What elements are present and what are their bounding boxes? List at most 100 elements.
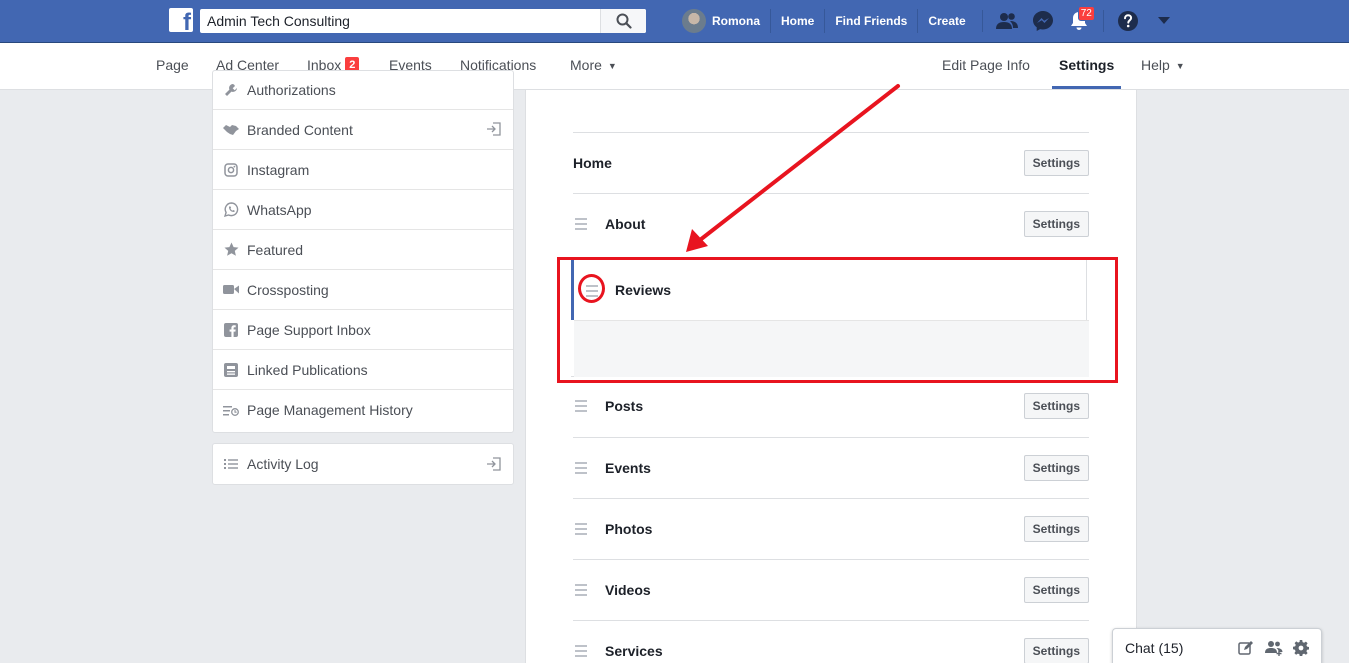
tab-row-label: Posts (605, 398, 644, 414)
tab-row-photos: Photos Settings (573, 498, 1089, 559)
sidebar-item-label: WhatsApp (247, 201, 312, 218)
drag-handle-icon[interactable] (575, 584, 587, 599)
publication-icon (223, 362, 239, 378)
tab-page-label: Page (156, 57, 189, 73)
sidebar-item-page-management-history[interactable]: Page Management History (213, 390, 513, 430)
home-link[interactable]: Home (770, 9, 824, 33)
tab-row-reviews: Reviews (571, 259, 1089, 377)
help-button[interactable] (1110, 0, 1146, 42)
tab-settings-label: Settings (1059, 57, 1115, 73)
sidebar-item-label: Authorizations (247, 81, 336, 98)
question-icon (1117, 11, 1138, 31)
tab-row-about: About Settings (573, 193, 1089, 254)
facebook-icon (223, 322, 239, 338)
settings-sidebar: Authorizations Branded Content Instagram… (212, 70, 514, 433)
chat-sidebar-toggle[interactable]: Chat (15) (1112, 628, 1322, 663)
photos-settings-button[interactable]: Settings (1023, 516, 1089, 542)
tab-edit-page-info-label: Edit Page Info (942, 57, 1030, 73)
tab-row-label: Services (605, 643, 663, 659)
gear-icon[interactable] (1293, 640, 1310, 661)
profile-link[interactable]: Romona (680, 9, 770, 33)
compose-icon[interactable] (1238, 640, 1254, 661)
wrench-icon (223, 82, 239, 98)
star-icon (223, 242, 239, 258)
external-link-icon (487, 122, 501, 139)
sidebar-item-crossposting[interactable]: Crossposting (213, 270, 513, 310)
events-settings-button[interactable]: Settings (1023, 455, 1089, 481)
sidebar-item-linked-publications[interactable]: Linked Publications (213, 350, 513, 390)
caret-down-icon: ▼ (607, 61, 617, 71)
drag-handle-icon[interactable] (575, 462, 587, 477)
tab-row-reviews-header: Reviews (574, 260, 1087, 320)
avatar (682, 9, 706, 33)
sidebar-item-page-support-inbox[interactable]: Page Support Inbox (213, 310, 513, 350)
search-button[interactable] (600, 9, 646, 33)
sidebar-item-authorizations[interactable]: Authorizations (213, 71, 513, 110)
tab-help[interactable]: Help ▼ (1141, 43, 1185, 89)
notifications-badge: 72 (1077, 6, 1095, 21)
drag-handle-icon[interactable] (575, 218, 587, 233)
posts-settings-button[interactable]: Settings (1023, 393, 1089, 419)
video-camera-icon (223, 282, 239, 298)
drag-handle-icon[interactable] (575, 523, 587, 538)
tab-row-label: Reviews (615, 282, 672, 298)
tab-row-home: Home Settings (573, 132, 1089, 193)
sidebar-item-label: Instagram (247, 161, 310, 178)
notifications-button[interactable]: 72 (1061, 0, 1097, 42)
handshake-icon (223, 122, 239, 138)
sidebar-item-activity-log[interactable]: Activity Log (212, 443, 514, 485)
find-friends-link[interactable]: Find Friends (824, 9, 917, 33)
sidebar-item-label: Crossposting (247, 281, 329, 298)
tab-help-label: Help (1141, 57, 1170, 73)
sidebar-item-featured[interactable]: Featured (213, 230, 513, 270)
tab-row-posts: Posts Settings (573, 376, 1089, 437)
tab-edit-page-info[interactable]: Edit Page Info (942, 43, 1030, 89)
tab-more[interactable]: More ▼ (570, 43, 617, 89)
search-input[interactable] (200, 9, 600, 33)
tab-row-label: Videos (605, 582, 651, 598)
about-settings-button[interactable]: Settings (1023, 211, 1089, 237)
sidebar-item-label: Branded Content (247, 121, 353, 138)
home-settings-button[interactable]: Settings (1023, 150, 1089, 176)
page-navigation-bar: Page Ad Center Inbox 2 Events Notificatio… (0, 43, 1349, 90)
external-link-icon (487, 457, 501, 474)
top-navigation-bar: f Romona Home Find Friends Create 72 (0, 0, 1349, 43)
sidebar-item-label: Page Support Inbox (247, 321, 371, 338)
drag-handle-icon[interactable] (575, 400, 587, 415)
caret-down-icon: ▼ (1175, 61, 1185, 71)
create-link[interactable]: Create (917, 9, 975, 33)
instagram-icon (223, 162, 239, 178)
videos-settings-button[interactable]: Settings (1023, 577, 1089, 603)
friend-requests-button[interactable] (989, 0, 1025, 42)
top-nav-right: Romona Home Find Friends Create 72 (680, 0, 1182, 42)
tab-row-label: Events (605, 460, 651, 476)
drag-handle-icon[interactable] (575, 645, 587, 660)
tab-row-videos: Videos Settings (573, 559, 1089, 620)
list-icon (223, 456, 239, 472)
facebook-logo-icon[interactable]: f (169, 8, 193, 32)
sidebar-item-whatsapp[interactable]: WhatsApp (213, 190, 513, 230)
new-group-icon[interactable] (1265, 640, 1283, 661)
whatsapp-icon (223, 202, 239, 218)
tab-row-label: Photos (605, 521, 653, 537)
messenger-icon (1032, 11, 1053, 31)
tab-row-label: About (605, 216, 646, 232)
nav-divider (1102, 10, 1104, 32)
sidebar-item-label: Linked Publications (247, 361, 368, 378)
messenger-button[interactable] (1025, 0, 1061, 42)
tab-row-services: Services Settings (573, 620, 1089, 663)
search-icon (616, 13, 632, 29)
tab-settings[interactable]: Settings (1052, 43, 1122, 89)
nav-divider (981, 10, 983, 32)
drop-zone-placeholder (574, 320, 1089, 377)
services-settings-button[interactable]: Settings (1023, 638, 1089, 663)
account-menu-button[interactable] (1146, 0, 1182, 42)
history-icon (223, 402, 239, 418)
caret-down-icon (1157, 17, 1170, 24)
drag-handle-icon[interactable] (586, 285, 598, 300)
tab-page[interactable]: Page (156, 43, 189, 89)
search-box (200, 9, 646, 33)
sidebar-item-instagram[interactable]: Instagram (213, 150, 513, 190)
sidebar-item-branded-content[interactable]: Branded Content (213, 110, 513, 150)
sidebar-item-label: Featured (247, 241, 304, 258)
